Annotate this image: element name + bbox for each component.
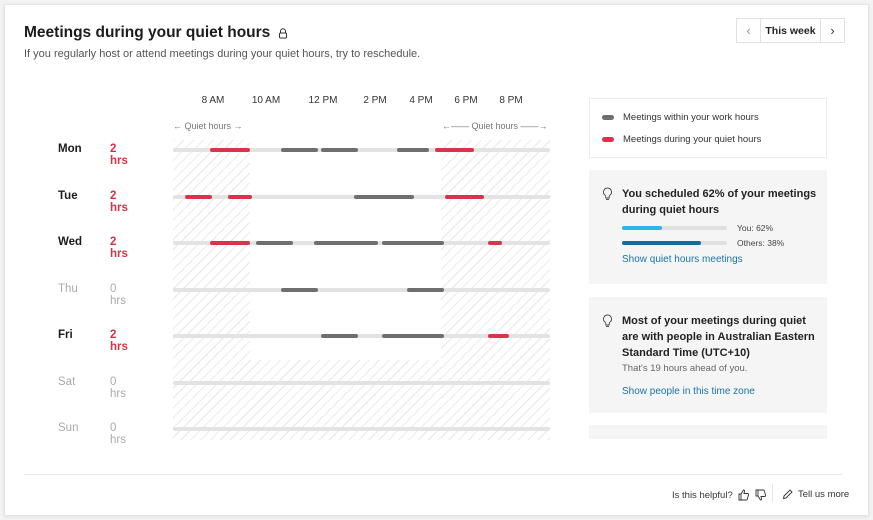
legend-item-quiet: Meetings during your quiet hours (602, 134, 761, 145)
x-tick-label: 2 PM (363, 95, 387, 106)
quiet-hours-total: 0 hrs (110, 376, 126, 400)
quiet-meeting-segment[interactable] (210, 241, 250, 245)
day-label: Sat (58, 376, 76, 388)
work-meeting-segment[interactable] (396, 148, 429, 152)
quiet-meeting-segment[interactable] (210, 148, 250, 152)
prev-week-button[interactable]: ‹ (737, 19, 760, 42)
work-meeting-segment[interactable] (354, 195, 414, 199)
x-tick-label: 12 PM (308, 95, 338, 106)
chevron-left-icon: ‹ (746, 23, 751, 38)
day-track (173, 148, 550, 152)
insight-card-partial (589, 425, 827, 439)
quiet-hours-total: 2 hrs (110, 190, 128, 214)
lightbulb-icon (603, 187, 612, 200)
quiet-meeting-segment[interactable] (185, 195, 212, 199)
work-meeting-segment[interactable] (381, 241, 444, 245)
quiet-meeting-segment[interactable] (228, 195, 253, 199)
others-progress-bar (622, 241, 727, 245)
pencil-icon (782, 489, 793, 500)
day-track (173, 241, 550, 245)
work-meeting-segment[interactable] (313, 241, 379, 245)
legend-label: Meetings during your quiet hours (623, 134, 762, 145)
show-people-in-time-zone-link[interactable]: Show people in this time zone (622, 386, 755, 397)
page-title: Meetings during your quiet hours (24, 24, 288, 42)
quiet-hours-total: 2 hrs (110, 236, 128, 260)
day-track (173, 334, 550, 338)
x-tick-label: 8 AM (201, 95, 225, 106)
others-progress-fill (622, 241, 701, 245)
legend-label: Meetings within your work hours (623, 112, 759, 123)
footer-separator (772, 484, 773, 502)
quiet-meeting-segment[interactable] (487, 241, 502, 245)
lightbulb-icon (603, 314, 612, 327)
quiet-hours-total: 2 hrs (110, 329, 128, 353)
quiet-hours-label-right: ←—— Quiet hours ——→ (442, 121, 548, 131)
work-meeting-segment[interactable] (281, 148, 318, 152)
work-meeting-segment[interactable] (381, 334, 444, 338)
others-label: Others: 38% (737, 238, 785, 248)
week-label: This week (760, 19, 821, 42)
quiet-hours-total: 0 hrs (110, 422, 126, 446)
quiet-hours-total: 2 hrs (110, 143, 128, 167)
x-tick-label: 8 PM (499, 95, 523, 106)
show-quiet-hours-meetings-link[interactable]: Show quiet hours meetings (622, 254, 743, 265)
you-progress-bar (622, 226, 727, 230)
helpful-feedback: Is this helpful? (672, 489, 767, 501)
tell-us-more-button[interactable]: Tell us more (782, 489, 849, 500)
quiet-meeting-segment[interactable] (487, 334, 510, 338)
day-label: Wed (58, 236, 83, 248)
work-meeting-segment[interactable] (321, 148, 359, 152)
day-label: Sun (58, 422, 79, 434)
legend-swatch-quiet (602, 137, 614, 142)
lock-icon (279, 27, 288, 38)
day-label: Fri (58, 329, 73, 341)
chart-legend: Meetings within your work hours Meetings… (589, 98, 827, 158)
quiet-meeting-segment[interactable] (444, 195, 485, 199)
day-track (173, 288, 550, 292)
legend-item-work: Meetings within your work hours (602, 112, 759, 123)
day-label: Thu (58, 283, 78, 295)
day-track (173, 427, 550, 431)
work-meeting-segment[interactable] (407, 288, 444, 292)
footer-divider (24, 474, 842, 475)
page-subtitle: If you regularly host or attend meetings… (24, 48, 421, 60)
quiet-hours-total: 0 hrs (110, 283, 126, 307)
work-meeting-segment[interactable] (321, 334, 359, 338)
quiet-hours-text: Quiet hours (184, 121, 232, 131)
work-meeting-segment[interactable] (281, 288, 318, 292)
next-week-button[interactable]: › (821, 19, 844, 42)
you-progress-fill (622, 226, 662, 230)
day-label: Tue (58, 190, 78, 202)
helpful-label: Is this helpful? (672, 489, 733, 501)
quiet-meeting-segment[interactable] (434, 148, 475, 152)
tell-us-more-label: Tell us more (798, 489, 850, 500)
insight-body: That's 19 hours ahead of you. (622, 363, 748, 374)
quiet-hours-label-left: ← Quiet hours → (173, 121, 243, 131)
week-navigator: ‹ This week › (736, 18, 845, 43)
insight-headline: Most of your meetings during quiet are w… (622, 315, 815, 359)
you-label: You: 62% (737, 223, 774, 233)
insight-card-percentage: You scheduled 62% of your meetings durin… (589, 170, 827, 284)
thumbs-up-icon[interactable] (738, 489, 750, 501)
x-tick-label: 10 AM (251, 95, 281, 106)
legend-swatch-work (602, 115, 614, 120)
title-text: Meetings during your quiet hours (24, 24, 271, 41)
insight-headline: You scheduled 62% of your meetings durin… (622, 188, 817, 216)
day-track (173, 381, 550, 385)
work-meeting-segment[interactable] (255, 241, 293, 245)
x-tick-label: 4 PM (409, 95, 433, 106)
day-label: Mon (58, 143, 82, 155)
quiet-hours-text: Quiet hours (471, 121, 519, 131)
thumbs-down-icon[interactable] (755, 489, 767, 501)
chevron-right-icon: › (830, 23, 835, 38)
insight-card-timezone: Most of your meetings during quiet are w… (589, 297, 827, 413)
day-track (173, 195, 550, 199)
x-tick-label: 6 PM (454, 95, 478, 106)
